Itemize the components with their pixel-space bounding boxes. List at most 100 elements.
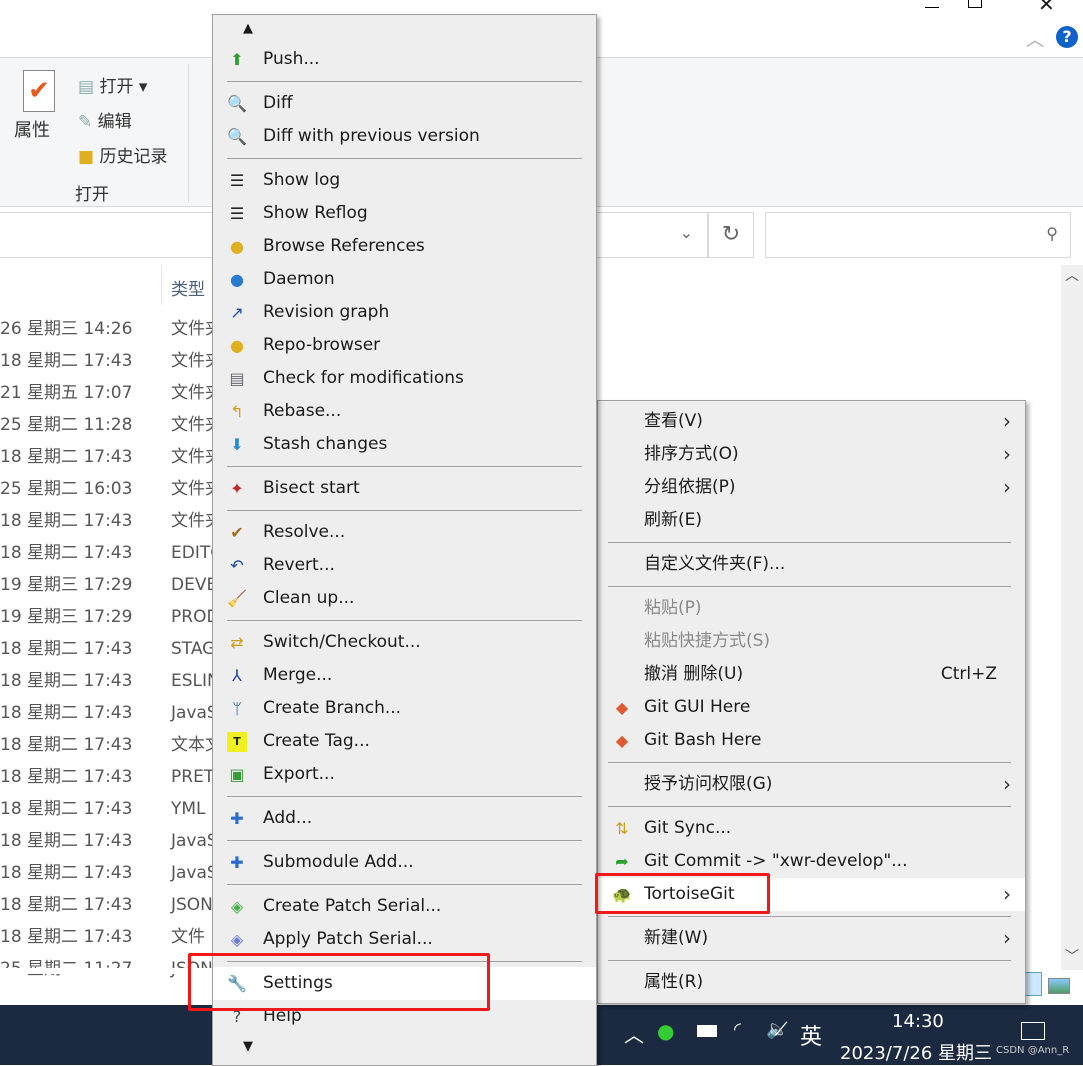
chevron-down-icon[interactable]: ⌄: [680, 223, 693, 242]
column-header-type[interactable]: 类型: [171, 275, 205, 300]
menu-item-merge[interactable]: ⅄ Merge...: [213, 659, 596, 692]
file-row[interactable]: 18 星期二 17:43 YML: [0, 793, 206, 825]
file-row[interactable]: 18 星期二 17:43 ESLIN: [0, 665, 220, 697]
wifi-icon[interactable]: ◜: [734, 1019, 741, 1040]
menu-item-授予访问权限-g[interactable]: 授予访问权限(G) ›: [598, 768, 1025, 801]
scroll-up-icon[interactable]: ︿: [1061, 265, 1083, 285]
history-button[interactable]: ■ 历史记录: [78, 142, 167, 167]
file-row[interactable]: 18 星期二 17:43 STAGI: [0, 633, 220, 665]
menu-item-export[interactable]: ▣ Export...: [213, 758, 596, 791]
file-row[interactable]: 18 星期二 17:43 文件夹: [0, 345, 222, 377]
file-date: 18 星期二 17:43: [0, 703, 133, 723]
vertical-scrollbar[interactable]: ︿ ﹀: [1061, 265, 1083, 970]
wechat-icon[interactable]: ●: [657, 1019, 674, 1043]
menu-item-自定义文件夹-f[interactable]: 自定义文件夹(F)...: [598, 548, 1025, 581]
menu-item-repo-browser[interactable]: ● Repo-browser: [213, 329, 596, 362]
scroll-up-button[interactable]: ▲: [213, 15, 596, 43]
file-row[interactable]: 18 星期二 17:43 JSON: [0, 889, 213, 921]
file-row[interactable]: 19 星期三 17:29 DEVE: [0, 569, 217, 601]
menu-item-刷新-e[interactable]: 刷新(E): [598, 504, 1025, 537]
menu-item-label: Revision graph: [263, 302, 390, 322]
search-input[interactable]: ⚲: [765, 212, 1071, 258]
menu-item-submodule-add[interactable]: ✚ Submodule Add...: [213, 846, 596, 879]
menu-item-粘贴快捷方式-s[interactable]: 粘贴快捷方式(S): [598, 625, 1025, 658]
file-row[interactable]: 25 星期二 11:28 文件夹: [0, 409, 222, 441]
menu-item-git-gui-here[interactable]: ◆ Git GUI Here: [598, 691, 1025, 724]
menu-item-新建-w[interactable]: 新建(W) ›: [598, 922, 1025, 955]
menu-item-bisect-start[interactable]: ✦ Bisect start: [213, 472, 596, 505]
edit-button[interactable]: ✎ 编辑: [78, 107, 132, 132]
battery-icon[interactable]: [697, 1025, 717, 1037]
menu-item-git-bash-here[interactable]: ◆ Git Bash Here: [598, 724, 1025, 757]
file-row[interactable]: 18 星期二 17:43 JavaS: [0, 857, 218, 889]
menu-item-daemon[interactable]: ● Daemon: [213, 263, 596, 296]
menu-item-switch-checkout[interactable]: ⇄ Switch/Checkout...: [213, 626, 596, 659]
file-row[interactable]: 18 星期二 17:43 JavaS: [0, 825, 218, 857]
menu-item-push[interactable]: ⬆ Push...: [213, 43, 596, 76]
scroll-down-icon[interactable]: ﹀: [1061, 946, 1083, 966]
menu-item-属性-r[interactable]: 属性(R): [598, 966, 1025, 999]
menu-item-check-for-modifications[interactable]: ▤ Check for modifications: [213, 362, 596, 395]
menu-item-show-reflog[interactable]: ☰ Show Reflog: [213, 197, 596, 230]
menu-item-show-log[interactable]: ☰ Show log: [213, 164, 596, 197]
open-button[interactable]: ▤ 打开 ▾: [78, 72, 147, 97]
menu-item-label: Diff with previous version: [263, 126, 480, 146]
refresh-button[interactable]: ↻: [708, 212, 754, 258]
menu-item-create-branch[interactable]: ᛘ Create Branch...: [213, 692, 596, 725]
restore-button[interactable]: [968, 0, 982, 8]
file-row[interactable]: 18 星期二 17:43 文件夹: [0, 441, 222, 473]
file-row[interactable]: 18 星期二 17:43 文本文: [0, 729, 222, 761]
menu-item-stash-changes[interactable]: ⬇ Stash changes: [213, 428, 596, 461]
menu-item-create-tag[interactable]: T Create Tag...: [213, 725, 596, 758]
file-type: JavaS: [171, 863, 218, 883]
menu-item-粘贴-p[interactable]: 粘贴(P): [598, 592, 1025, 625]
revision-graph-icon: ↗: [230, 303, 244, 322]
menu-separator: [598, 537, 1025, 548]
menu-item-分组依据-p[interactable]: 分组依据(P) ›: [598, 471, 1025, 504]
menu-item-撤消-删除-u[interactable]: 撤消 删除(U) Ctrl+Z: [598, 658, 1025, 691]
menu-item-git-sync[interactable]: ⇅ Git Sync...: [598, 812, 1025, 845]
file-row[interactable]: 18 星期二 17:43 JavaS: [0, 697, 218, 729]
scroll-down-button[interactable]: ▼: [213, 1033, 596, 1061]
menu-item-查看-v[interactable]: 查看(V) ›: [598, 405, 1025, 438]
menu-item-revert[interactable]: ↶ Revert...: [213, 549, 596, 582]
menu-item-排序方式-o[interactable]: 排序方式(O) ›: [598, 438, 1025, 471]
menu-item-resolve[interactable]: ✔ Resolve...: [213, 516, 596, 549]
menu-item-add[interactable]: ✚ Add...: [213, 802, 596, 835]
volume-muted-icon[interactable]: 🔈̸: [766, 1019, 788, 1040]
open-icon: ▤: [78, 77, 95, 97]
repo-browser-icon: ●: [230, 336, 244, 355]
large-icons-view-icon[interactable]: [1048, 978, 1070, 994]
help-icon[interactable]: ?: [1056, 26, 1078, 48]
menu-item-browse-references[interactable]: ● Browse References: [213, 230, 596, 263]
menu-item-clean-up[interactable]: 🧹 Clean up...: [213, 582, 596, 615]
file-date: 19 星期三 17:29: [0, 575, 133, 595]
clock-date[interactable]: 2023/7/26 星期三: [840, 1039, 992, 1065]
show-hidden-icons[interactable]: ︿: [624, 1019, 644, 1048]
menu-item-diff-with-previous-version[interactable]: 🔍 Diff with previous version: [213, 120, 596, 153]
file-date: 26 星期三 14:26: [0, 319, 133, 339]
minimize-button[interactable]: [925, 0, 939, 8]
file-row[interactable]: 19 星期三 17:29 PROD: [0, 601, 220, 633]
menu-item-label: 撤消 删除(U): [644, 664, 744, 684]
clock-time[interactable]: 14:30: [892, 1011, 944, 1032]
menu-separator: [213, 835, 596, 846]
file-row[interactable]: 25 星期二 16:03 文件夹: [0, 473, 222, 505]
menu-item-diff[interactable]: 🔍 Diff: [213, 87, 596, 120]
file-row[interactable]: 18 星期二 17:43 文件夹: [0, 505, 222, 537]
ribbon-collapse-icon[interactable]: ︿: [1026, 26, 1044, 52]
notification-icon[interactable]: [1021, 1022, 1045, 1040]
menu-item-revision-graph[interactable]: ↗ Revision graph: [213, 296, 596, 329]
file-row[interactable]: 18 星期二 17:43 文件: [0, 921, 205, 953]
menu-item-rebase[interactable]: ↰ Rebase...: [213, 395, 596, 428]
close-button[interactable]: ✕: [1038, 0, 1055, 16]
file-row[interactable]: 26 星期三 14:26 文件夹: [0, 313, 222, 345]
file-row[interactable]: 21 星期五 17:07 文件夹: [0, 377, 222, 409]
menu-item-apply-patch-serial[interactable]: ◈ Apply Patch Serial...: [213, 923, 596, 956]
properties-button[interactable]: ✔ 属性: [14, 70, 64, 158]
menu-item-create-patch-serial[interactable]: ◈ Create Patch Serial...: [213, 890, 596, 923]
file-row[interactable]: 18 星期二 17:43 PRETT: [0, 761, 224, 793]
ime-indicator[interactable]: 英: [800, 1019, 822, 1051]
file-row[interactable]: 18 星期二 17:43 EDITOR: [0, 537, 235, 569]
file-date: 19 星期三 17:29: [0, 607, 133, 627]
